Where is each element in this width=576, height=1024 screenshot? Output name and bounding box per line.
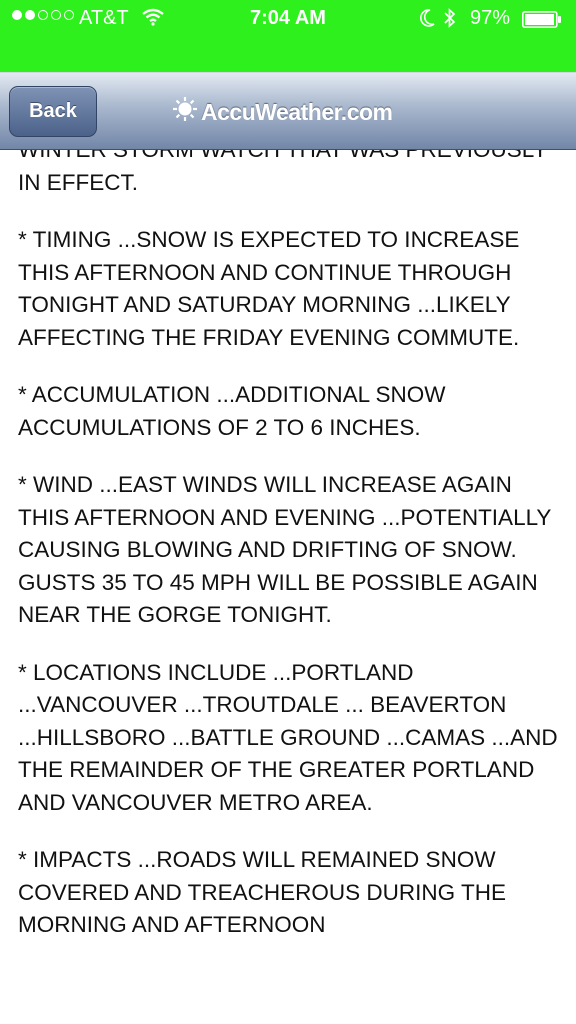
back-button[interactable]: Back bbox=[9, 86, 97, 137]
sun-icon bbox=[172, 96, 201, 128]
moon-icon bbox=[418, 8, 436, 34]
battery-icon bbox=[522, 11, 562, 28]
brand-logo: AccuWeather.com bbox=[172, 95, 393, 129]
paragraph-timing: * TIMING ...SNOW IS EXPECTED TO INCREASE… bbox=[18, 227, 520, 350]
status-bar: AT&T 7:04 AM 97% bbox=[0, 0, 576, 72]
battery-percent: 97% bbox=[470, 7, 511, 29]
paragraph-accumulation: * ACCUMULATION ...ADDITIONAL SNOW ACCUMU… bbox=[18, 382, 446, 440]
paragraph-impacts: * IMPACTS ...ROADS WILL REMAINED SNOW CO… bbox=[18, 847, 506, 937]
paragraph-wind: * WIND ...EAST WINDS WILL INCREASE AGAIN… bbox=[18, 472, 552, 627]
paragraph-locations: * LOCATIONS INCLUDE ...PORTLAND ...VANCO… bbox=[18, 659, 558, 815]
navigation-bar: Back AccuWeather.com bbox=[0, 72, 576, 150]
paragraph-storm-watch: WINTER STORM WATCH THAT WAS PREVIOUSLY I… bbox=[18, 150, 547, 195]
bluetooth-icon bbox=[443, 7, 457, 35]
brand-name: AccuWeather.com bbox=[201, 98, 393, 125]
article-body[interactable]: WINTER STORM WATCH THAT WAS PREVIOUSLY I… bbox=[0, 150, 576, 1024]
status-row: AT&T 7:04 AM 97% bbox=[0, 0, 576, 38]
